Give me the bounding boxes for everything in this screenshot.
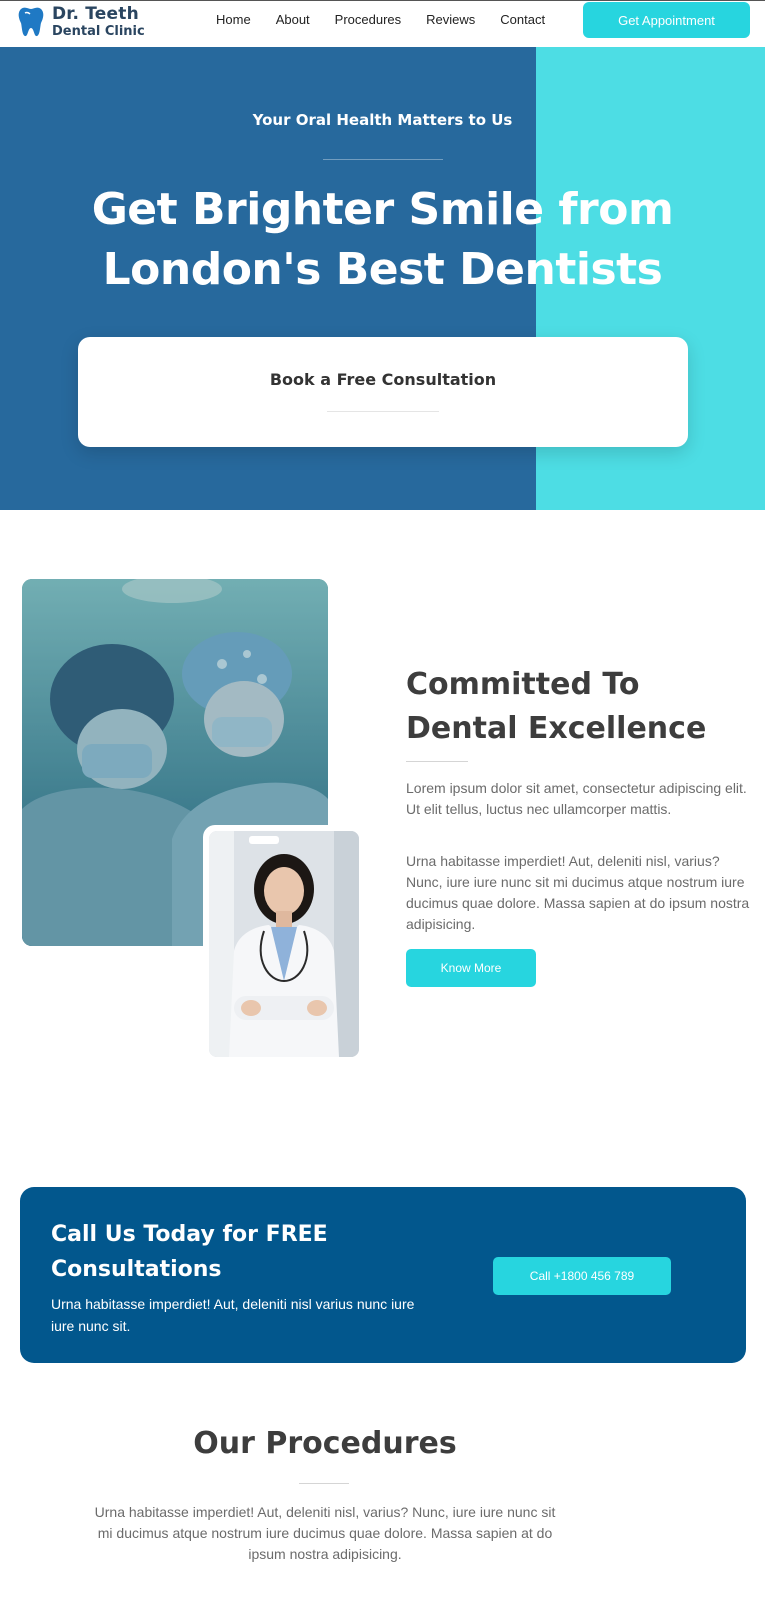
consultation-card[interactable]: Book a Free Consultation — [78, 337, 688, 447]
main-nav: Home About Procedures Reviews Contact — [216, 12, 570, 27]
call-text: Urna habitasse imperdiet! Aut, deleniti … — [51, 1296, 415, 1334]
about-divider — [406, 761, 468, 762]
tooth-icon — [18, 7, 44, 37]
procedures-title: Our Procedures — [193, 1426, 457, 1461]
procedures-divider — [299, 1483, 349, 1484]
consultation-divider — [327, 411, 439, 412]
logo-subtitle: Dental Clinic — [52, 24, 145, 39]
about-paragraph-2: Urna habitasse imperdiet! Aut, deleniti … — [406, 853, 750, 932]
hero-subtitle: Your Oral Health Matters to Us — [252, 111, 513, 129]
call-title: Call Us Today for FREE Consultations — [51, 1222, 328, 1282]
hero-section: Your Oral Health Matters to Us Get Brigh… — [0, 47, 765, 510]
nav-contact[interactable]: Contact — [500, 12, 545, 27]
consultation-label: Book a Free Consultation — [269, 370, 497, 389]
hero-title-text: Get Brighter Smile from London's Best De… — [91, 184, 674, 295]
call-banner: Call Us Today for FREE Consultations Urn… — [20, 1187, 746, 1363]
nav-home[interactable]: Home — [216, 12, 251, 27]
know-more-button[interactable]: Know More — [406, 949, 536, 987]
hero-divider — [323, 159, 443, 160]
procedures-text: Urna habitasse imperdiet! Aut, deleniti … — [94, 1504, 556, 1562]
nav-reviews[interactable]: Reviews — [426, 12, 475, 27]
doctor-illustration — [209, 831, 359, 1057]
nav-procedures[interactable]: Procedures — [335, 12, 401, 27]
doctor-portrait-photo — [209, 831, 359, 1057]
about-paragraph-1: Lorem ipsum dolor sit amet, consectetur … — [406, 780, 747, 817]
logo-title: Dr. Teeth — [52, 4, 139, 24]
doctor-portrait-frame — [203, 825, 365, 1063]
about-title: Committed To Dental Excellence — [406, 667, 707, 746]
hero-title: Get Brighter Smile from London's Best De… — [0, 180, 765, 300]
site-header: Dr. Teeth Dental Clinic Home About Proce… — [0, 0, 765, 47]
get-appointment-button[interactable]: Get Appointment — [583, 2, 750, 38]
nav-about[interactable]: About — [276, 12, 310, 27]
logo[interactable]: Dr. Teeth Dental Clinic — [16, 5, 145, 39]
call-button[interactable]: Call +1800 456 789 — [493, 1257, 671, 1295]
